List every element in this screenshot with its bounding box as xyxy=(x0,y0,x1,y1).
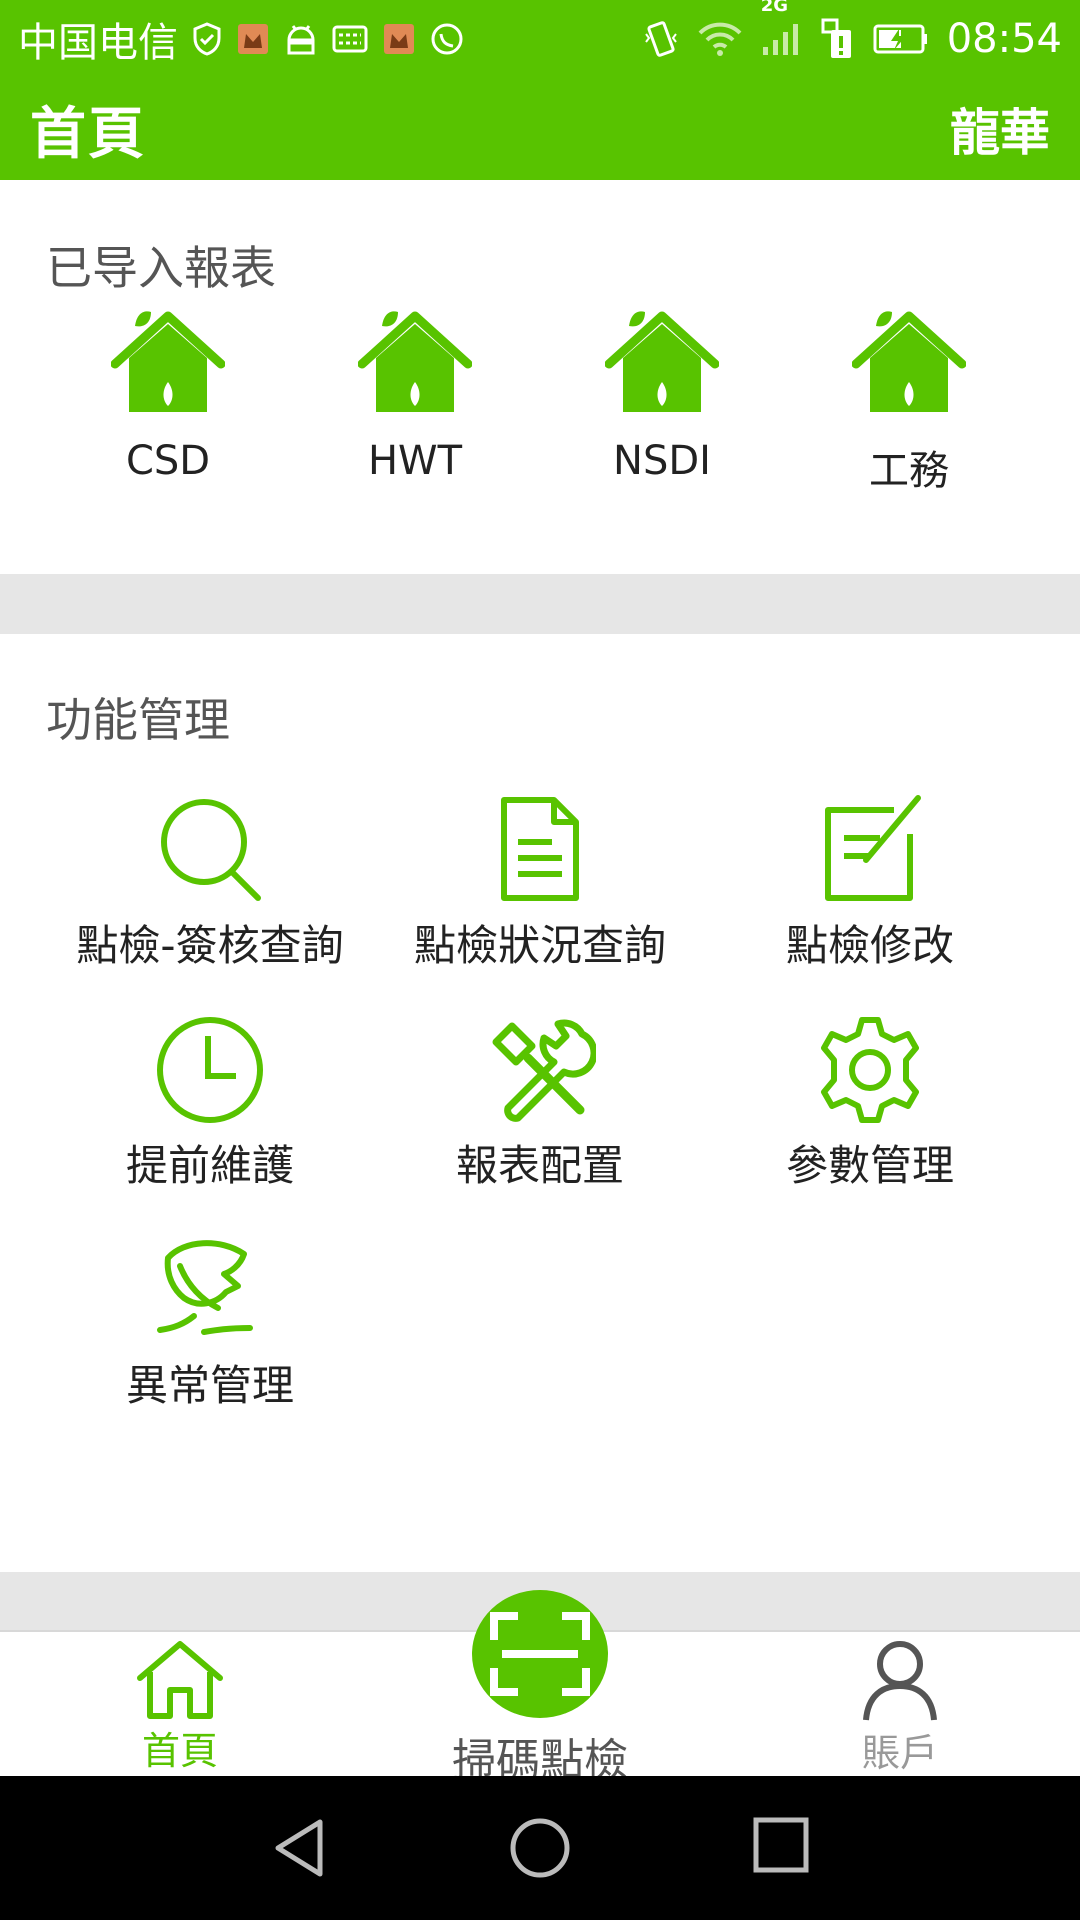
house-leaf-icon xyxy=(111,311,225,412)
func-parameter-management[interactable]: 參數管理 xyxy=(705,1014,1035,1193)
status-bar: 中国电信 2G 08:54 xyxy=(0,0,1080,78)
home-circle-icon[interactable] xyxy=(508,1816,572,1880)
func-label: 點檢-簽核查詢 xyxy=(76,921,344,970)
back-icon[interactable] xyxy=(270,1816,330,1880)
scan-icon xyxy=(490,1612,590,1696)
report-item-hwt[interactable]: HWT xyxy=(315,310,515,484)
report-label: NSDI xyxy=(613,438,711,484)
system-nav-bar xyxy=(0,1776,1080,1920)
clock-icon xyxy=(157,1017,263,1123)
app-bar: 首頁 龍華 xyxy=(0,78,1080,180)
report-label: CSD xyxy=(125,438,211,484)
func-inspection-edit[interactable]: 點檢修改 xyxy=(705,794,1035,973)
carrier-name: 中国电信 xyxy=(18,20,178,66)
battery-icon xyxy=(873,23,929,55)
person-icon xyxy=(863,1641,937,1721)
report-label: HWT xyxy=(367,438,463,484)
user-name[interactable]: 龍華 xyxy=(950,93,1050,165)
report-item-csd[interactable]: CSD xyxy=(68,310,268,484)
report-item-engineering[interactable]: 工務 xyxy=(809,310,1009,496)
page-title: 首頁 xyxy=(30,101,146,167)
nav-home-label: 首頁 xyxy=(141,1729,218,1773)
home-icon xyxy=(137,1641,223,1719)
func-label: 異常管理 xyxy=(125,1361,294,1410)
app-screen: 中国电信 2G 08:54 首頁 龍華 已导入報表 CSD HWT NSDI 工… xyxy=(0,0,1080,1920)
func-label: 點檢狀況查詢 xyxy=(413,921,666,970)
keyboard-icon xyxy=(332,25,368,53)
func-exception-management[interactable]: 異常管理 xyxy=(45,1234,375,1413)
scan-button[interactable] xyxy=(472,1590,608,1718)
house-leaf-icon xyxy=(605,311,719,412)
report-label: 工務 xyxy=(869,448,949,494)
imported-reports-section: 已导入報表 CSD HWT NSDI 工務 xyxy=(0,180,1080,574)
function-management-title: 功能管理 xyxy=(46,693,230,747)
nav-account-label: 賬戶 xyxy=(861,1731,938,1775)
func-label: 報表配置 xyxy=(455,1141,624,1190)
android-icon xyxy=(284,22,318,56)
function-management-section: 功能管理 點檢-簽核查詢 點檢狀況查詢 點檢修改 提前維護 報表配置 參數管理 … xyxy=(0,634,1080,1572)
func-report-config[interactable]: 報表配置 xyxy=(375,1014,705,1193)
house-leaf-icon xyxy=(358,311,472,412)
leaf-icon xyxy=(157,1240,253,1335)
section-divider xyxy=(0,574,1080,634)
whatsapp-icon xyxy=(430,22,464,56)
func-advance-maintenance[interactable]: 提前維護 xyxy=(45,1014,375,1193)
func-label: 提前維護 xyxy=(125,1141,294,1190)
shield-icon xyxy=(192,22,222,56)
nav-account[interactable]: 賬戶 xyxy=(780,1638,1020,1777)
app-notification-icon xyxy=(236,22,270,56)
signal-icon: 2G xyxy=(761,0,801,57)
wifi-icon xyxy=(697,21,743,57)
nav-home[interactable]: 首頁 xyxy=(60,1638,300,1775)
gear-icon xyxy=(821,1017,919,1123)
recents-icon[interactable] xyxy=(752,1816,810,1874)
report-item-nsdi[interactable]: NSDI xyxy=(562,310,762,484)
sim-icon xyxy=(819,18,855,60)
search-icon xyxy=(161,799,261,901)
func-signoff-query[interactable]: 點檢-簽核查詢 xyxy=(45,794,375,973)
clock-time: 08:54 xyxy=(946,16,1062,62)
edit-icon xyxy=(825,795,921,901)
document-icon xyxy=(501,797,579,901)
tools-icon xyxy=(492,1019,596,1122)
network-type-label: 2G xyxy=(760,0,789,16)
vibrate-icon xyxy=(643,20,679,58)
func-status-query[interactable]: 點檢狀況查詢 xyxy=(375,794,705,973)
func-label: 點檢修改 xyxy=(785,921,954,970)
func-label: 參數管理 xyxy=(785,1141,954,1190)
app-notification-icon xyxy=(382,22,416,56)
house-leaf-icon xyxy=(852,311,966,412)
imported-reports-title: 已导入報表 xyxy=(46,241,276,295)
